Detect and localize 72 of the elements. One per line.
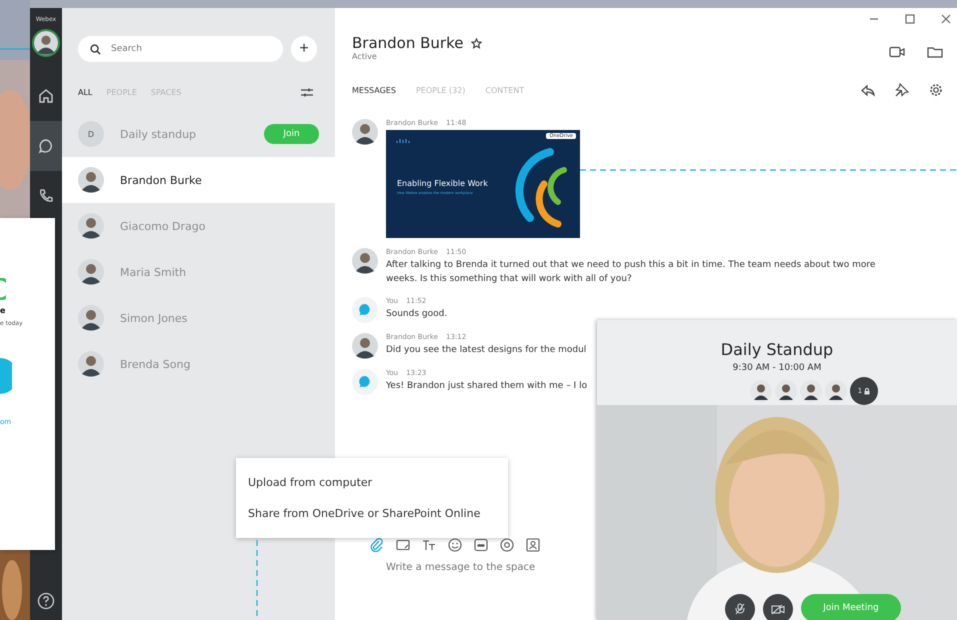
conversation-tab[interactable]: CONTENT <box>485 86 524 94</box>
conversation-item[interactable]: Giacomo Drago <box>62 203 335 249</box>
logo-icon <box>396 138 412 145</box>
filter-tab[interactable]: ALL <box>78 88 92 97</box>
card-heading: e <box>0 306 6 315</box>
ring-icon <box>0 278 6 300</box>
search-input[interactable]: Search <box>109 43 263 55</box>
close-icon[interactable] <box>941 14 951 24</box>
avatar <box>78 305 104 331</box>
whiteboard-icon[interactable] <box>396 538 410 552</box>
participant-avatar <box>750 380 772 402</box>
slide-title: Enabling Flexible Work <box>397 179 488 188</box>
lock-icon <box>864 388 870 394</box>
contact-name: Daily standup <box>120 128 198 140</box>
contact-name: Brandon Burke <box>120 174 203 186</box>
avatar <box>78 259 104 285</box>
conversation-item[interactable]: D Daily standup Join <box>62 111 335 157</box>
menu-item[interactable]: Upload from computer <box>248 476 508 489</box>
join-meeting-button[interactable]: Join Meeting <box>801 594 901 620</box>
avatar <box>34 31 58 55</box>
mention-icon[interactable] <box>500 538 514 552</box>
phone-icon <box>38 188 54 204</box>
meeting-time: 9:30 AM - 10:00 AM <box>732 363 822 373</box>
home-icon <box>38 88 54 104</box>
contact-name: Brenda Song <box>120 358 192 370</box>
settings-icon[interactable] <box>929 83 943 97</box>
message-text: Sounds good. <box>386 308 448 321</box>
message-text: Yes! Brandon just shared them with me – I lo <box>386 380 588 393</box>
conversation-item[interactable]: Maria Smith <box>62 249 335 295</box>
video-call-icon[interactable] <box>889 46 905 58</box>
avatar <box>78 351 104 377</box>
filter-icon[interactable] <box>301 88 313 97</box>
contact-icon[interactable] <box>526 538 540 552</box>
maximize-icon[interactable] <box>905 14 915 24</box>
gif-icon[interactable] <box>474 538 488 552</box>
folder-icon[interactable] <box>927 46 943 58</box>
add-button[interactable]: + <box>291 36 317 62</box>
leader-line <box>0 48 30 50</box>
contact-name: Maria Smith <box>120 266 188 278</box>
menu-item[interactable]: Share from OneDrive or SharePoint Online <box>248 507 508 520</box>
search-icon <box>90 44 101 54</box>
presence-status: Active <box>352 52 378 61</box>
help-icon[interactable] <box>37 592 55 610</box>
contact-name: Giacomo Drago <box>120 220 206 232</box>
chat-icon <box>38 138 54 154</box>
message-text: Did you see the latest designs for the modul <box>386 344 586 357</box>
conversation-item[interactable]: Brenda Song <box>62 341 335 387</box>
conversation-item[interactable]: Brandon Burke <box>62 157 335 203</box>
participant-avatar <box>775 380 797 402</box>
message-text: After talking to Brenda it turned out that we need to push this a bit in time. The team needs about two more weeks. Is this something that will work with all of you? <box>386 259 876 286</box>
join-button[interactable]: Join <box>264 124 319 144</box>
emoji-icon[interactable] <box>448 538 462 552</box>
conversation-title: Brandon Burke <box>352 34 464 52</box>
profile-avatar[interactable] <box>32 29 60 57</box>
reply-icon[interactable] <box>861 84 875 96</box>
search-field[interactable]: Search <box>78 36 283 62</box>
conversation-tab[interactable]: MESSAGES <box>352 86 396 94</box>
avatar <box>78 167 104 193</box>
camera-off-icon <box>771 604 785 614</box>
participant-avatar <box>825 380 847 402</box>
space-avatar: D <box>78 121 104 147</box>
pin-icon[interactable] <box>895 83 909 97</box>
conversation-tab[interactable]: PEOPLE (32) <box>416 86 466 94</box>
contact-name: Simon Jones <box>120 312 188 324</box>
participant-avatar <box>800 380 822 402</box>
text-format-icon[interactable] <box>422 538 436 552</box>
microphone-off-icon <box>734 603 746 615</box>
avatar <box>78 213 104 239</box>
conversation-item[interactable]: Simon Jones <box>62 295 335 341</box>
meeting-title: Daily Standup <box>720 340 834 359</box>
star-icon[interactable] <box>471 38 482 48</box>
attach-icon[interactable] <box>370 538 384 552</box>
